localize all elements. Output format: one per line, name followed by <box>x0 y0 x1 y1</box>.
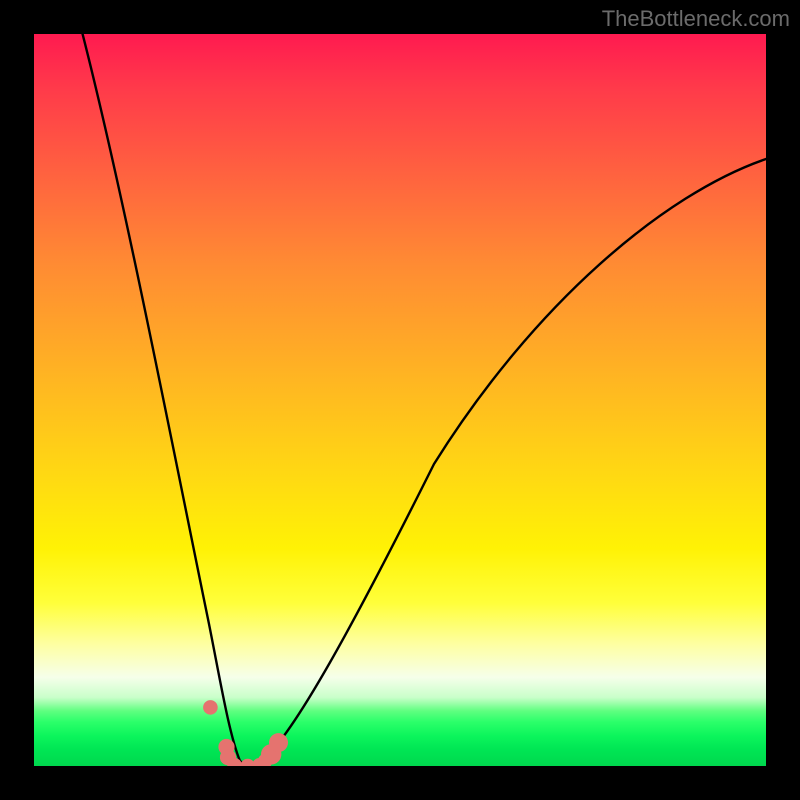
curve-marker <box>203 700 218 715</box>
marker-group <box>203 700 288 766</box>
outer-frame: TheBottleneck.com <box>0 0 800 800</box>
curve-marker <box>269 733 288 752</box>
chart-svg <box>34 34 766 766</box>
plot-area <box>34 34 766 766</box>
watermark-text: TheBottleneck.com <box>602 6 790 32</box>
curve-path <box>80 34 766 764</box>
